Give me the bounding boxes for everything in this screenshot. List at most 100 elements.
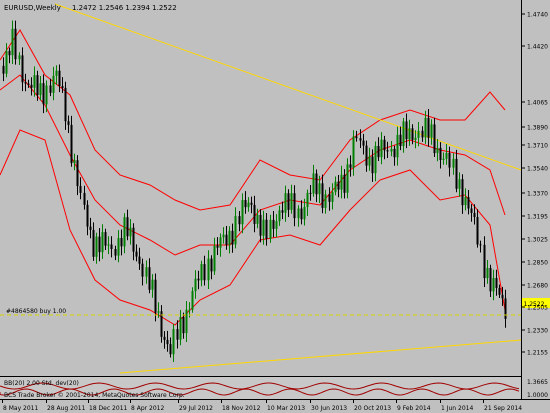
candle-body-bull — [191, 291, 194, 310]
candle-body-bear — [24, 82, 27, 84]
candle-body-bear — [265, 219, 268, 239]
candle-body-bear — [362, 140, 365, 146]
candle-body-bear — [231, 230, 234, 245]
candle-body-bull — [172, 329, 175, 355]
candle-body-bear — [386, 150, 389, 152]
candle-body-bull — [145, 267, 148, 277]
candle-body-bear — [42, 83, 45, 105]
candle-body-bear — [483, 244, 486, 279]
candle-body-bull — [312, 173, 315, 194]
time-tick-label: 18 Dec 2011 — [89, 405, 128, 412]
candle-body-bear — [114, 249, 117, 256]
candle-body-bear — [135, 251, 138, 257]
candle-body-bull — [306, 192, 309, 207]
price-tick-label: 1.3890 — [527, 125, 548, 132]
candle-body-bull — [303, 207, 306, 220]
candle-body-bear — [8, 50, 11, 56]
candle-body-bull — [234, 216, 237, 245]
candle-body-bull — [157, 311, 160, 313]
time-tick-label: 29 Jul 2012 — [179, 405, 213, 412]
candle-body-bear — [98, 236, 101, 253]
candle-body-bull — [452, 158, 455, 168]
candle-body-bear — [197, 278, 200, 281]
price-tick-label: 1.3370 — [527, 191, 548, 198]
time-tick-label: 21 Sep 2014 — [484, 405, 522, 412]
candle-body-bull — [290, 193, 293, 210]
candle-body-bull — [346, 164, 349, 193]
candle-body-bear — [216, 245, 219, 248]
candle-body-bull — [374, 146, 377, 174]
candle-body-bear — [154, 279, 157, 313]
time-tick-label: 8 May 2011 — [3, 405, 38, 412]
candle-body-bull — [318, 183, 321, 195]
candle-body-bear — [359, 138, 362, 141]
candle-body-bull — [442, 158, 445, 160]
candle-body-bear — [343, 174, 346, 193]
candle-body-bear — [272, 219, 275, 229]
candle-body-bull — [11, 28, 14, 56]
candle-body-bear — [467, 197, 470, 209]
price-chart[interactable]: #4864580 buy 1.00 1.2522 EURUSD,Weekly 1… — [0, 0, 550, 413]
candle-body-bear — [253, 204, 256, 224]
candle-body-bear — [27, 83, 30, 85]
candle-body-bull — [324, 194, 327, 208]
candle-body-bull — [33, 75, 36, 88]
candle-body-bear — [399, 134, 402, 146]
candle-body-bear — [138, 256, 141, 264]
time-tick-label: 20 Oct 2013 — [354, 405, 391, 412]
candle-body-bear — [141, 263, 144, 277]
candle-body-bull — [331, 192, 334, 202]
candle-body-bull — [185, 309, 188, 334]
candle-body-bull — [380, 139, 383, 158]
candle-body-bear — [411, 128, 414, 140]
candle-body-bull — [39, 83, 42, 96]
chart-window[interactable]: #4864580 buy 1.00 1.2522 EURUSD,Weekly 1… — [0, 0, 550, 413]
candle-body-bull — [408, 128, 411, 140]
candle-body-bull — [368, 156, 371, 166]
candle-body-bull — [179, 317, 182, 340]
candle-body-bear — [182, 317, 185, 334]
candle-body-bear — [76, 160, 79, 187]
candle-body-bear — [455, 158, 458, 189]
candle-body-bear — [132, 227, 135, 252]
candle-body-bear — [371, 156, 374, 174]
price-tick-label: 1.4740 — [527, 12, 548, 19]
time-tick-label: 8 Apr 2012 — [131, 405, 164, 412]
candle-body-bear — [287, 193, 290, 210]
candle-body-bull — [269, 219, 272, 239]
candle-body-bull — [247, 202, 250, 208]
candle-body-bull — [228, 230, 231, 245]
candle-body-bear — [377, 146, 380, 158]
candle-body-bull — [284, 193, 287, 213]
candle-body-bear — [355, 136, 358, 139]
candle-body-bear — [21, 55, 24, 83]
candle-body-bear — [479, 244, 482, 246]
candle-body-bull — [101, 232, 104, 253]
candle-body-bear — [461, 179, 464, 206]
price-tick-label: 1.4065 — [527, 100, 548, 107]
candle-body-bear — [79, 186, 82, 193]
candle-body-bear — [321, 183, 324, 208]
order-line-label: #4864580 buy 1.00 — [6, 308, 66, 315]
candle-body-bull — [107, 244, 110, 246]
candle-body-bear — [225, 234, 228, 245]
price-tick-label: 1.2505 — [527, 305, 548, 312]
candle-body-bear — [14, 28, 17, 60]
candle-body-bull — [492, 278, 495, 292]
candle-body-bear — [476, 217, 479, 245]
candle-body-bear — [300, 208, 303, 220]
price-tick-label: 1.2850 — [527, 260, 548, 267]
candle-body-bear — [315, 173, 318, 195]
candle-body-bull — [95, 236, 98, 257]
candle-body-bear — [64, 87, 67, 122]
candle-body-bear — [58, 70, 61, 86]
candle-body-bull — [445, 153, 448, 159]
candle-body-bull — [194, 278, 197, 292]
candle-body-bull — [213, 245, 216, 272]
candle-body-bear — [30, 84, 33, 88]
candle-body-bear — [495, 278, 498, 288]
candle-body-bear — [163, 336, 166, 340]
candle-body-bear — [309, 192, 312, 194]
candle-body-bull — [334, 181, 337, 193]
candle-body-bull — [464, 197, 467, 206]
